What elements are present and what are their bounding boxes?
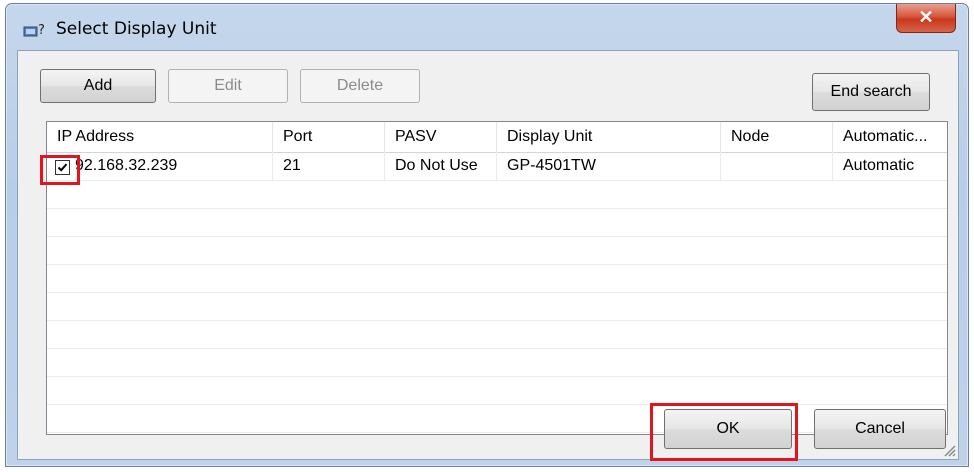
cell-node	[721, 152, 833, 180]
cell-pasv: Do Not Use	[385, 152, 497, 180]
column-header-port[interactable]: Port	[273, 122, 385, 152]
empty-row	[47, 264, 947, 293]
add-button[interactable]: Add	[40, 69, 156, 103]
list-header: IP Address Port PASV Display Unit Node A…	[47, 122, 947, 153]
empty-row	[47, 208, 947, 237]
empty-row	[47, 292, 947, 321]
close-button[interactable]: ✕	[896, 4, 956, 33]
empty-row	[47, 180, 947, 209]
dialog-client-area: Add Edit Delete End search IP Address Po…	[17, 50, 959, 460]
window-title: Select Display Unit	[56, 19, 217, 39]
display-unit-icon: ?	[23, 21, 47, 39]
column-header-display-unit[interactable]: Display Unit	[497, 122, 721, 152]
display-unit-list[interactable]: IP Address Port PASV Display Unit Node A…	[46, 121, 948, 435]
cell-automatic: Automatic	[833, 152, 947, 180]
close-icon: ✕	[918, 7, 934, 27]
cell-ip-address: 92.168.32.239	[47, 152, 273, 180]
cell-port: 21	[273, 152, 385, 180]
resize-grip-icon[interactable]	[942, 443, 956, 457]
column-header-node[interactable]: Node	[721, 122, 833, 152]
empty-row	[47, 376, 947, 405]
ok-button-highlight	[650, 403, 798, 461]
ip-address-value: 92.168.32.239	[75, 157, 178, 174]
cell-display-unit: GP-4501TW	[497, 152, 721, 180]
column-header-ip-address[interactable]: IP Address	[47, 122, 273, 152]
title-bar[interactable]: ? Select Display Unit ✕	[6, 4, 968, 50]
checkbox-highlight	[40, 155, 80, 185]
table-row[interactable]: 92.168.32.239 21 Do Not Use GP-4501TW Au…	[47, 152, 947, 181]
dialog-window: ? Select Display Unit ✕ Add Edit Delete …	[5, 3, 969, 467]
column-header-automatic[interactable]: Automatic...	[833, 122, 947, 152]
delete-button[interactable]: Delete	[300, 69, 420, 103]
cancel-button[interactable]: Cancel	[814, 409, 946, 449]
svg-text:?: ?	[38, 23, 45, 38]
empty-row	[47, 320, 947, 349]
empty-row	[47, 236, 947, 265]
empty-row	[47, 348, 947, 377]
end-search-button[interactable]: End search	[812, 73, 930, 111]
column-header-pasv[interactable]: PASV	[385, 122, 497, 152]
edit-button[interactable]: Edit	[168, 69, 288, 103]
empty-row	[47, 404, 947, 433]
